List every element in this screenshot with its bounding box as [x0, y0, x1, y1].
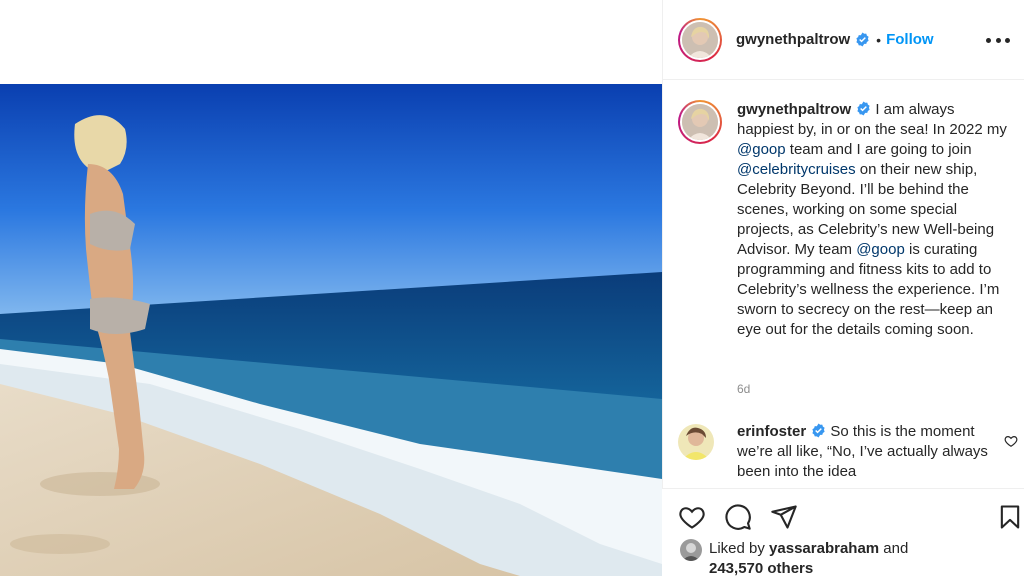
liker-username[interactable]: yassarabraham — [769, 540, 879, 557]
author-avatar-image — [682, 21, 718, 58]
post-actions-bar: Liked by yassarabraham and 243,570 other… — [662, 488, 1024, 576]
verified-badge-icon — [812, 423, 825, 438]
post-media-area — [0, 0, 662, 576]
commenter-avatar[interactable] — [678, 424, 714, 460]
paper-plane-icon[interactable] — [770, 503, 798, 531]
bookmark-icon[interactable] — [996, 503, 1024, 531]
commenter-username[interactable]: erinfoster — [737, 423, 806, 440]
caption-text-part: team and I are going to join — [785, 141, 972, 158]
heart-icon[interactable] — [678, 503, 706, 531]
author-avatar[interactable] — [678, 17, 722, 62]
more-options-icon[interactable] — [986, 30, 1010, 50]
separator-dot: • — [876, 31, 882, 48]
likes-count[interactable]: 243,570 others — [709, 560, 813, 576]
likes-summary: Liked by yassarabraham and 243,570 other… — [680, 539, 908, 576]
likes-text: Liked by yassarabraham and 243,570 other… — [709, 539, 908, 576]
comment-text: erinfoster So this is the moment we’re a… — [737, 422, 997, 482]
caption-text: gwynethpaltrow I am always happiest by, … — [737, 100, 1007, 340]
author-username[interactable]: gwynethpaltrow — [736, 31, 850, 48]
post-photo[interactable] — [0, 84, 662, 576]
post-caption: gwynethpaltrow I am always happiest by, … — [678, 100, 1013, 340]
comment-like-heart-icon[interactable] — [1004, 434, 1018, 448]
beach-photo-illustration — [0, 84, 662, 576]
mention-goop[interactable]: @goop — [856, 241, 905, 258]
post-header: gwynethpaltrow • Follow — [663, 0, 1024, 80]
caption-username[interactable]: gwynethpaltrow — [737, 101, 851, 118]
mention-celebritycruises[interactable]: @celebritycruises — [737, 161, 856, 178]
comment-item: erinfoster So this is the moment we’re a… — [678, 422, 1018, 482]
likes-prefix: Liked by — [709, 540, 770, 557]
post-timestamp[interactable]: 6d — [737, 382, 750, 396]
verified-badge-icon — [856, 32, 869, 47]
mention-goop[interactable]: @goop — [737, 141, 786, 158]
likes-middle: and — [879, 540, 909, 557]
liker-avatar[interactable] — [680, 539, 702, 561]
follow-button[interactable]: Follow — [886, 31, 934, 48]
caption-author-avatar[interactable] — [678, 100, 722, 144]
verified-badge-icon — [857, 101, 870, 116]
caption-author-avatar-image — [682, 104, 718, 140]
comment-icon[interactable] — [724, 503, 752, 531]
